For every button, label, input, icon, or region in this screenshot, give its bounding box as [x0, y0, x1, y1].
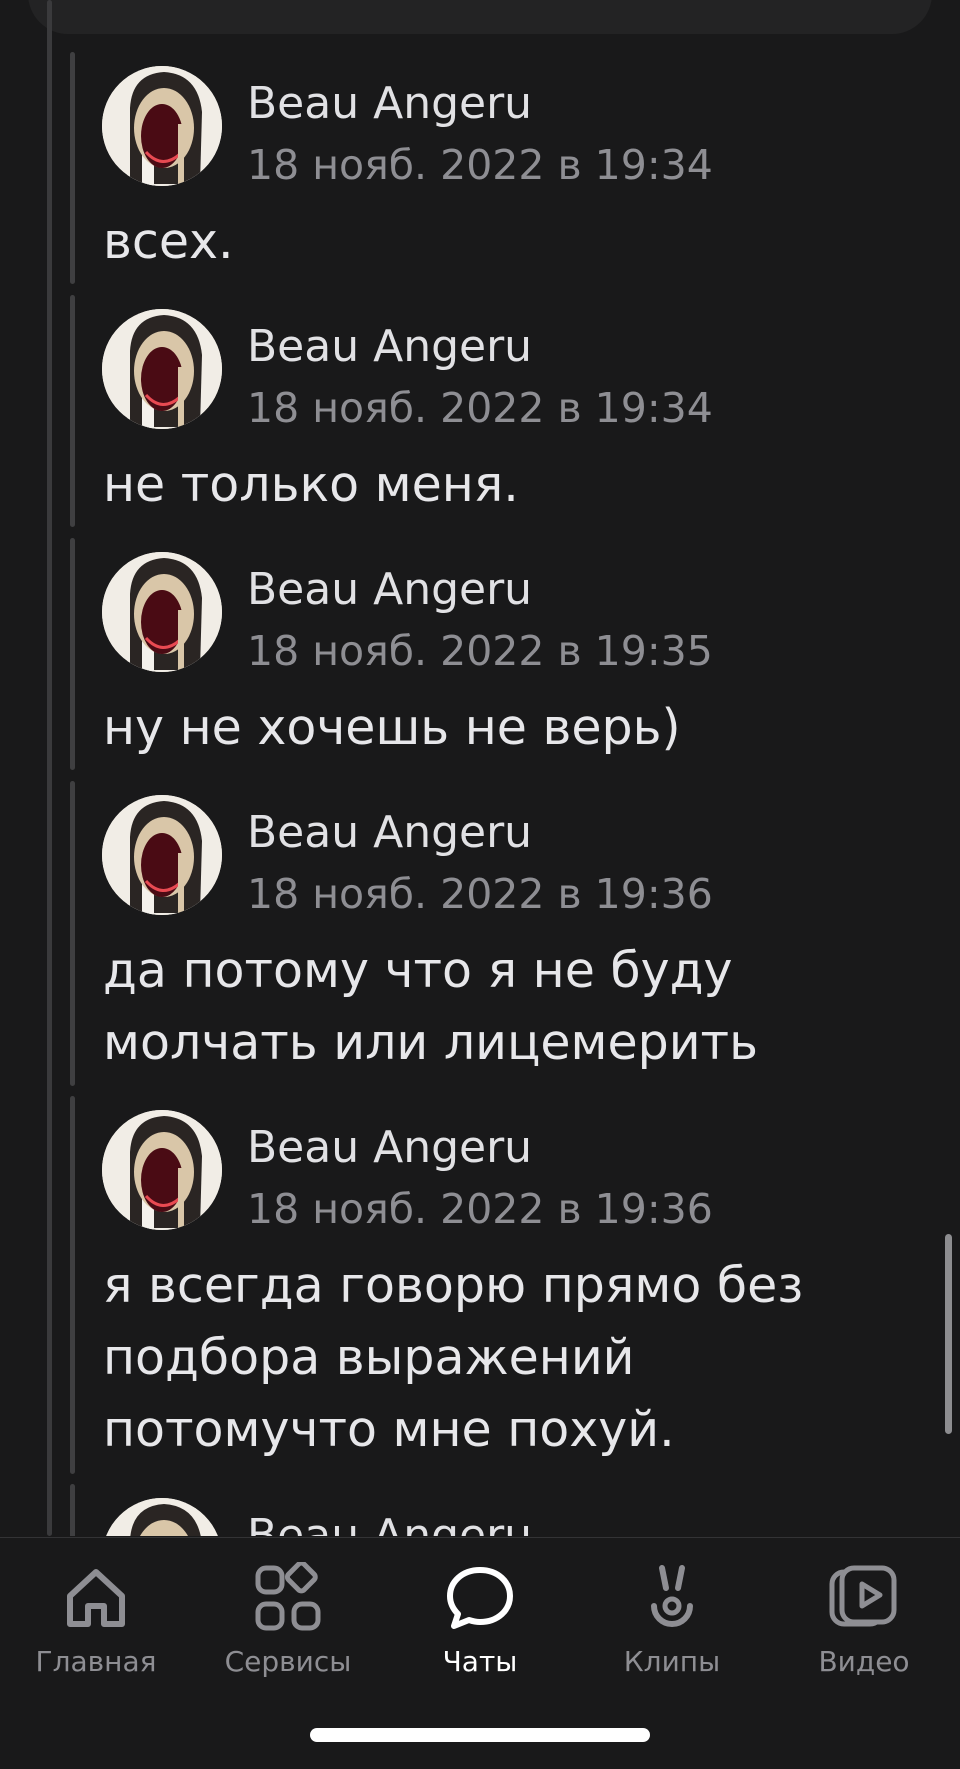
- reply-line: [70, 295, 75, 527]
- reply-line: [70, 1096, 75, 1474]
- message-item[interactable]: Beau Angeru 18 нояб. 2022 в 19:34 не тол…: [70, 295, 910, 527]
- home-indicator[interactable]: [310, 1728, 650, 1742]
- message-time: 18 нояб. 2022 в 19:35: [247, 627, 713, 675]
- message-author[interactable]: Beau Angeru: [247, 78, 532, 130]
- tab-services[interactable]: Сервисы: [192, 1562, 384, 1682]
- reply-line: [70, 781, 75, 1086]
- avatar-image: [102, 309, 222, 429]
- message-author[interactable]: Beau Angeru: [247, 564, 532, 616]
- avatar[interactable]: [102, 1110, 222, 1230]
- message-item[interactable]: Beau Angeru: [70, 1484, 910, 1536]
- clips-icon: [651, 1565, 693, 1627]
- avatar[interactable]: [102, 552, 222, 672]
- avatar[interactable]: [102, 309, 222, 429]
- reply-line: [70, 1484, 75, 1536]
- reply-line: [70, 52, 75, 284]
- avatar-image: [102, 66, 222, 186]
- tab-clips-label: Клипы: [623, 1645, 721, 1678]
- tab-chats[interactable]: Чаты: [384, 1562, 576, 1682]
- tab-home[interactable]: Главная: [0, 1562, 192, 1682]
- tab-chats-label: Чаты: [442, 1645, 518, 1678]
- avatar[interactable]: [102, 795, 222, 915]
- message-item[interactable]: Beau Angeru 18 нояб. 2022 в 19:34 всех.: [70, 52, 910, 284]
- tab-video[interactable]: Видео: [768, 1562, 960, 1682]
- chat-bubble-icon: [447, 1567, 513, 1629]
- avatar-image: [102, 1498, 222, 1536]
- message-item[interactable]: Beau Angeru 18 нояб. 2022 в 19:36 да пот…: [70, 781, 910, 1086]
- message-time: 18 нояб. 2022 в 19:34: [247, 141, 713, 189]
- message-feed[interactable]: Beau Angeru 18 нояб. 2022 в 19:34 всех. …: [0, 0, 960, 1536]
- message-item[interactable]: Beau Angeru 18 нояб. 2022 в 19:36 я всег…: [70, 1096, 910, 1474]
- message-author[interactable]: Beau Angeru: [247, 321, 532, 373]
- message-text: не только меня.: [103, 456, 519, 513]
- avatar-image: [102, 552, 222, 672]
- reply-line: [70, 538, 75, 770]
- services-icon: [255, 1562, 321, 1631]
- tab-video-label: Видео: [818, 1645, 910, 1678]
- message-text: да потому что я не буду молчать или лице…: [103, 942, 758, 1071]
- tab-services-label: Сервисы: [224, 1645, 352, 1678]
- tab-clips[interactable]: Клипы: [576, 1562, 768, 1682]
- tab-home-label: Главная: [35, 1645, 157, 1678]
- message-author[interactable]: Beau Angeru: [247, 1510, 532, 1536]
- message-time: 18 нояб. 2022 в 19:34: [247, 384, 713, 432]
- avatar-image: [102, 795, 222, 915]
- avatar[interactable]: [102, 66, 222, 186]
- avatar-image: [102, 1110, 222, 1230]
- message-text: всех.: [103, 213, 234, 270]
- message-time: 18 нояб. 2022 в 19:36: [247, 1185, 713, 1233]
- avatar[interactable]: [102, 1498, 222, 1536]
- message-item[interactable]: Beau Angeru 18 нояб. 2022 в 19:35 ну не …: [70, 538, 910, 770]
- message-text: я всегда говорю прямо без подбора выраже…: [103, 1257, 804, 1458]
- message-author[interactable]: Beau Angeru: [247, 1122, 532, 1174]
- message-author[interactable]: Beau Angeru: [247, 807, 532, 859]
- message-text: ну не хочешь не верь): [103, 699, 681, 756]
- message-time: 18 нояб. 2022 в 19:36: [247, 870, 713, 918]
- video-play-icon: [829, 1565, 897, 1627]
- scrollbar[interactable]: [945, 1234, 952, 1434]
- home-icon: [67, 1569, 125, 1627]
